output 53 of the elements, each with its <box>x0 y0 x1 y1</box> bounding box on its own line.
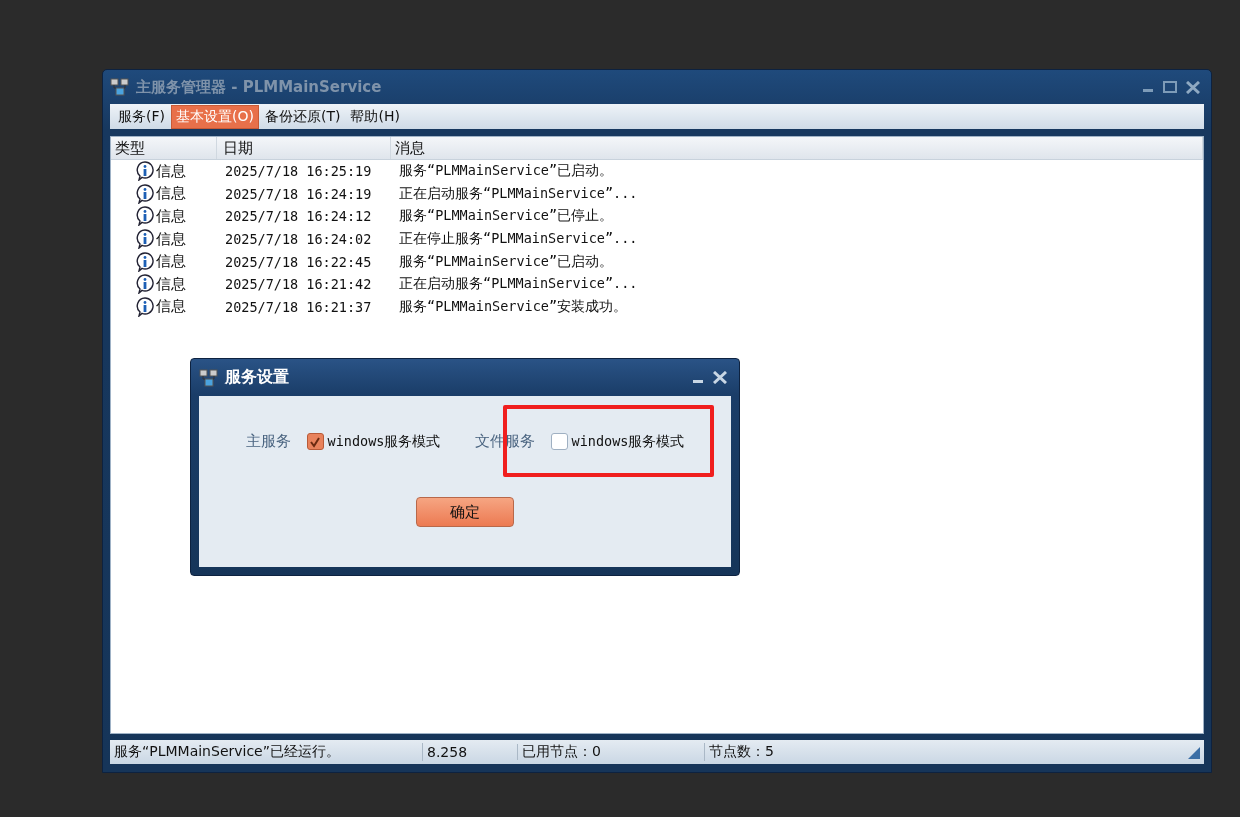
column-header[interactable]: 日期 <box>217 137 391 159</box>
maximize-icon[interactable] <box>1163 81 1177 93</box>
network-icon <box>110 78 130 96</box>
info-icon <box>135 274 155 295</box>
ok-button[interactable]: 确定 <box>416 497 514 527</box>
message-cell-text: 正在启动服务“PLMMainService”... <box>398 184 639 203</box>
message-cell-text: 正在停止服务“PLMMainService”... <box>398 230 639 249</box>
date-cell-text: 2025/7/18 16:22:45 <box>224 253 373 270</box>
message-cell-text: 服务“PLMMainService”已停止。 <box>398 207 615 226</box>
info-icon <box>135 206 155 227</box>
status-text: 8.258 <box>423 744 518 760</box>
checkbox-label[interactable]: windows服务模式 <box>571 432 685 451</box>
window-title: 主服务管理器 - PLMMainService <box>136 77 382 97</box>
checkbox-label[interactable]: windows服务模式 <box>327 432 441 451</box>
message-cell-text: 服务“PLMMainService”已启动。 <box>398 162 615 181</box>
menu-item[interactable]: 服务(F) <box>114 105 169 128</box>
checkbox[interactable] <box>550 433 568 450</box>
message-cell-text: 正在启动服务“PLMMainService”... <box>398 275 639 294</box>
message-cell-text: 服务“PLMMainService”已启动。 <box>398 252 615 271</box>
date-cell-text: 2025/7/18 16:21:37 <box>224 298 373 315</box>
info-icon <box>135 251 155 272</box>
status-text: 服务“PLMMainService”已经运行。 <box>110 743 423 761</box>
date-cell-text: 2025/7/18 16:24:19 <box>224 185 373 202</box>
type-cell: 信息 <box>156 297 186 317</box>
option-label: 主服务 <box>245 432 291 451</box>
status-text: 节点数：5 <box>708 743 774 761</box>
info-icon <box>135 296 155 317</box>
column-header[interactable]: 类型 <box>111 137 217 159</box>
date-cell-text: 2025/7/18 16:24:02 <box>224 231 373 248</box>
close-icon[interactable] <box>1186 80 1200 94</box>
menu-item[interactable]: 帮助(H) <box>346 105 404 128</box>
close-icon[interactable] <box>713 371 727 384</box>
info-icon <box>135 161 155 182</box>
checkbox[interactable] <box>306 433 324 450</box>
dialog-title: 服务设置 <box>225 367 289 388</box>
status-text: 已用节点：0 <box>518 743 705 761</box>
option-label: 文件服务 <box>474 432 535 451</box>
info-icon <box>135 183 155 204</box>
date-cell-text: 2025/7/18 16:25:19 <box>224 163 373 180</box>
info-icon <box>135 229 155 250</box>
menu-item[interactable]: 备份还原(T) <box>260 105 345 128</box>
network-icon <box>199 368 219 387</box>
type-cell: 信息 <box>156 252 186 272</box>
type-cell: 信息 <box>156 161 186 181</box>
message-cell-text: 服务“PLMMainService”安装成功。 <box>398 297 629 316</box>
type-cell: 信息 <box>156 274 186 294</box>
date-cell-text: 2025/7/18 16:21:42 <box>224 276 373 293</box>
column-header[interactable]: 消息 <box>391 137 1203 159</box>
type-cell: 信息 <box>156 207 186 226</box>
date-cell-text: 2025/7/18 16:24:12 <box>224 208 373 225</box>
resize-grip-icon[interactable] <box>1188 747 1200 759</box>
type-cell: 信息 <box>156 184 186 204</box>
type-cell: 信息 <box>156 229 186 249</box>
